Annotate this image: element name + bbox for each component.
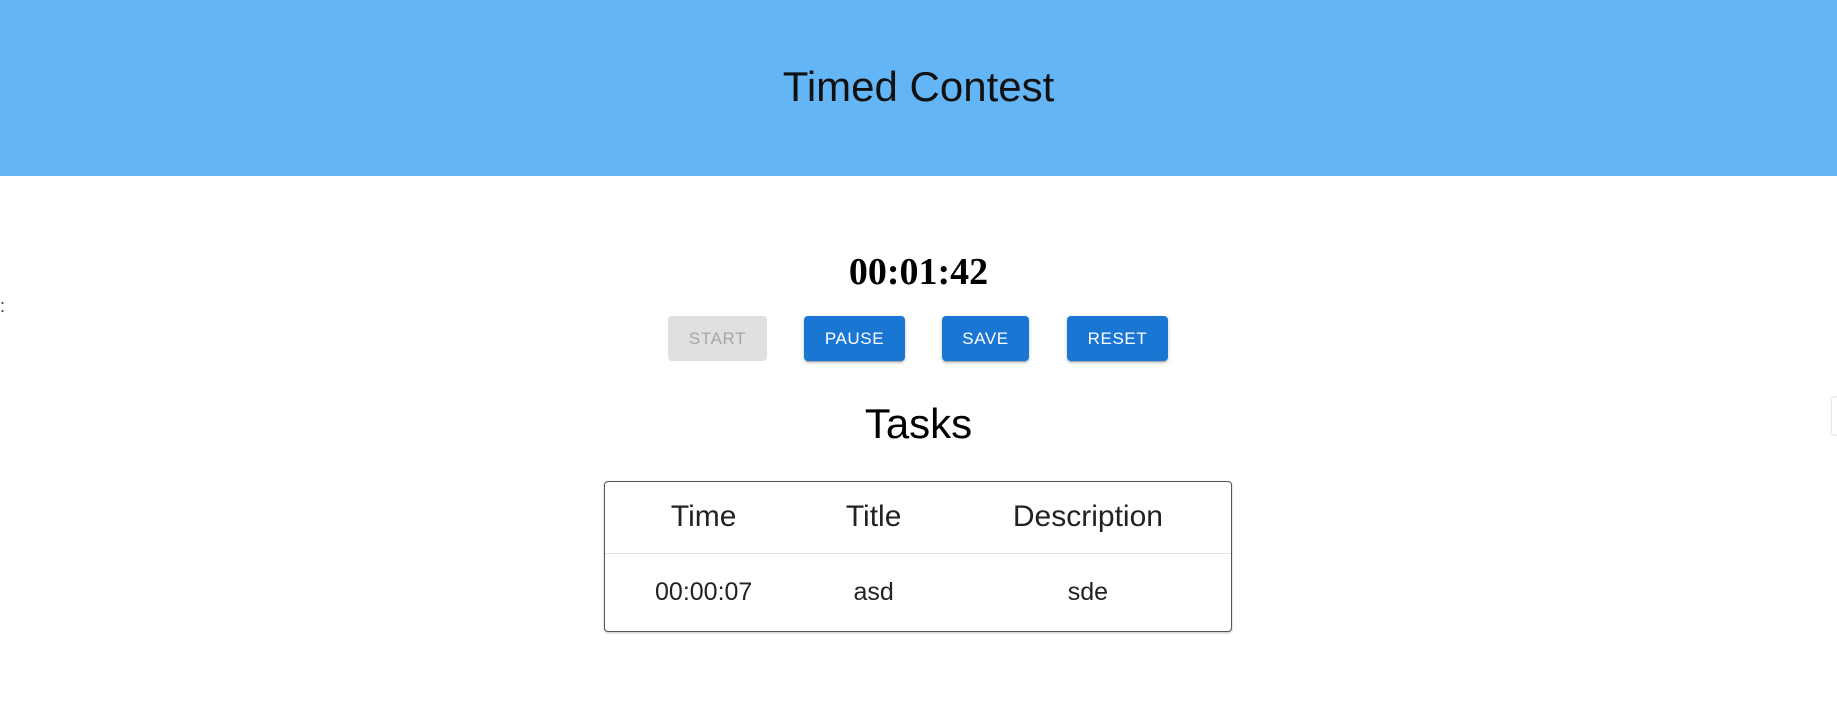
timer-controls: START PAUSE SAVE RESET [0,316,1837,361]
app-bar: Timed Contest [0,0,1837,176]
timer-display: 00:01:42 [848,251,989,293]
tasks-table-card: Time Title Description 00:00:07 asd sde [604,481,1232,632]
cell-description: sde [1067,577,1109,606]
pause-button[interactable]: PAUSE [804,316,905,361]
tasks-table: Time Title Description 00:00:07 asd sde [605,482,1231,631]
save-button[interactable]: SAVE [942,316,1029,361]
start-button[interactable]: START [668,316,767,361]
app-title: Timed Contest [782,62,1055,110]
tasks-heading: Tasks [864,400,973,447]
cell-title: asd [853,577,894,606]
column-header-title: Title [802,482,945,554]
table-header-row: Time Title Description [605,482,1231,554]
reset-button[interactable]: RESET [1067,316,1168,361]
cell-time: 00:00:07 [655,577,753,606]
column-header-time: Time [605,482,803,554]
left-edge-glyph: : [0,296,6,316]
column-header-description: Description [944,482,1231,554]
table-row[interactable]: 00:00:07 asd sde [605,553,1231,631]
